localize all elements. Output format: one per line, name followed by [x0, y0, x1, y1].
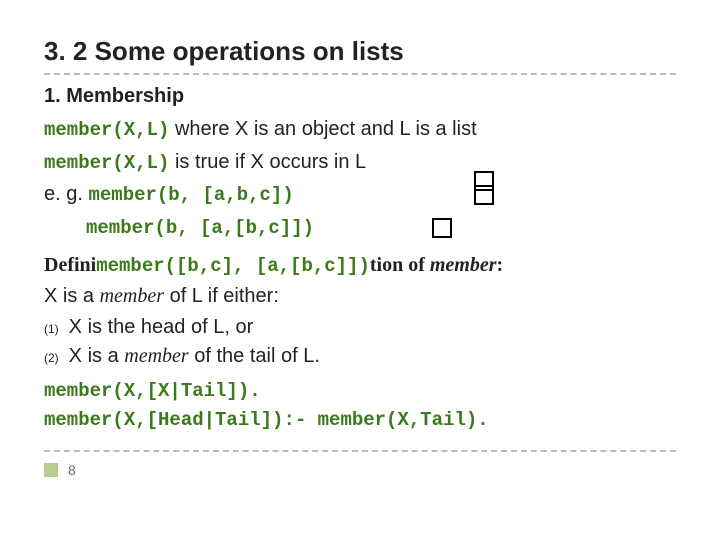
code-line-2: member(X,[Head|Tail]):- member(X,Tail). — [44, 406, 676, 435]
text-true-if: is true if X occurs in L — [169, 151, 366, 173]
ordinal-2: (2) — [44, 351, 59, 365]
code-block: member(X,[X|Tail]). member(X,[Head|Tail]… — [44, 377, 676, 434]
defini-text: Defini — [44, 254, 96, 276]
def-x-is-a: X is a — [44, 285, 100, 307]
member-def-line-1: member(X,L) where X is an object and L i… — [44, 114, 676, 145]
checkbox-icon — [432, 218, 452, 238]
def-condition-line: X is a member of L if either: — [44, 281, 676, 311]
ord2-a: X is a — [69, 345, 125, 367]
section-heading: 1. Membership — [44, 85, 676, 108]
ordinal-1: (1) — [44, 322, 59, 336]
eg-prefix: e. g. — [44, 183, 88, 205]
defini-colon: : — [497, 254, 504, 276]
text-where: where X is an object and L is a list — [169, 118, 476, 140]
defini-member-word: member — [430, 254, 497, 276]
list-item-1: (1) X is the head of L, or — [44, 313, 676, 342]
page-bullet-icon — [44, 463, 58, 477]
code-example-2: member(b, [a,[b,c]]) — [86, 217, 314, 239]
list-item-2: (2) X is a member of the tail of L. — [44, 342, 676, 371]
code-example-1: member(b, [a,b,c]) — [88, 184, 293, 206]
code-member-xl-1: member(X,L) — [44, 119, 169, 141]
page-number-wrap: 8 — [44, 462, 676, 478]
def-if-either: of L if either: — [164, 285, 279, 307]
ord1-text: X is the head of L, or — [69, 316, 254, 338]
defini-tail: tion of — [370, 254, 430, 276]
ord2-member-word: member — [124, 345, 188, 367]
code-member-xl-2: member(X,L) — [44, 152, 169, 174]
defini-code: member([b,c], [a,[b,c]]) — [96, 255, 370, 277]
code-line-1: member(X,[X|Tail]). — [44, 377, 676, 406]
page-number: 8 — [68, 462, 76, 478]
divider-bottom — [44, 450, 676, 452]
checkbox-icon — [474, 185, 494, 205]
def-member-word: member — [100, 285, 164, 307]
definition-heading: Definimember([b,c], [a,[b,c]])tion of me… — [44, 254, 676, 277]
slide: 3. 2 Some operations on lists 1. Members… — [0, 0, 720, 540]
member-def-line-2: member(X,L) is true if X occurs in L — [44, 147, 676, 178]
slide-title: 3. 2 Some operations on lists — [44, 36, 676, 67]
divider-top — [44, 73, 676, 75]
example-line-2: member(b, [a,[b,c]]) — [44, 212, 676, 243]
example-line-1: e. g. member(b, [a,b,c]) — [44, 179, 676, 210]
ord2-c: of the tail of L. — [189, 345, 320, 367]
